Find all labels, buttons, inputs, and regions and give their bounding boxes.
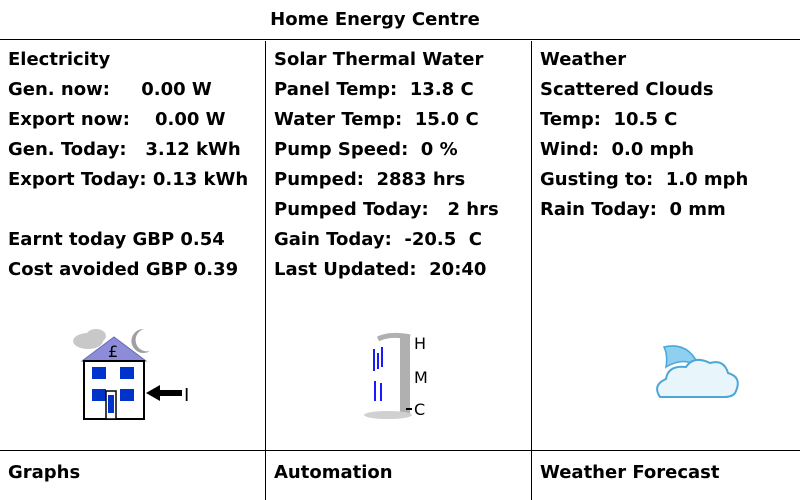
export-today: Export Today: 0.13 kWh xyxy=(8,169,249,190)
pump-speed: Pump Speed: 0 % xyxy=(274,139,458,160)
graphs-button[interactable]: Graphs xyxy=(0,450,266,500)
weather-wind: Wind: 0.0 mph xyxy=(540,139,695,160)
panel-temp: Panel Temp: 13.8 C xyxy=(274,79,474,100)
house-export-icon: £ I xyxy=(73,328,189,420)
cost-avoided: Cost avoided GBP 0.39 xyxy=(8,259,239,280)
generation-now: Gen. now: 0.00 W xyxy=(8,79,212,100)
earnt-today: Earnt today GBP 0.54 xyxy=(8,229,225,250)
electricity-heading: Electricity xyxy=(8,49,111,70)
generation-today: Gen. Today: 3.12 kWh xyxy=(8,139,241,160)
water-temp: Water Temp: 15.0 C xyxy=(274,109,479,130)
export-mark: I xyxy=(184,385,189,406)
tank-mid-label: M xyxy=(414,368,428,387)
tank-cold-label: C xyxy=(414,400,425,419)
pumped-today: Pumped Today: 2 hrs xyxy=(274,199,499,220)
last-updated: Last Updated: 20:40 xyxy=(274,259,487,280)
solar-heading: Solar Thermal Water xyxy=(274,49,484,70)
pumped-hours: Pumped: 2883 hrs xyxy=(274,169,466,190)
weather-forecast-button[interactable]: Weather Forecast xyxy=(532,450,800,500)
automation-label: Automation xyxy=(274,462,393,483)
weather-temp: Temp: 10.5 C xyxy=(540,109,678,130)
gain-today: Gain Today: -20.5 C xyxy=(274,229,482,250)
weather-condition: Scattered Clouds xyxy=(540,79,714,100)
pound-glyph: £ xyxy=(108,342,118,361)
automation-button[interactable]: Automation xyxy=(266,450,532,500)
moon-cloud-icon xyxy=(656,345,739,398)
tank-high-label: H xyxy=(414,334,426,353)
solar-thermal-panel: Solar Thermal Water Panel Temp: 13.8 C W… xyxy=(266,41,532,450)
hot-water-tank-icon: H M C xyxy=(364,332,428,419)
export-now: Export now: 0.00 W xyxy=(8,109,226,130)
weather-forecast-label: Weather Forecast xyxy=(540,462,720,483)
weather-panel: Weather Scattered Clouds Temp: 10.5 C Wi… xyxy=(532,41,800,450)
graphs-label: Graphs xyxy=(8,462,81,483)
electricity-panel: Electricity Gen. now: 0.00 W Export now:… xyxy=(0,41,266,450)
weather-heading: Weather xyxy=(540,49,627,70)
weather-gusting: Gusting to: 1.0 mph xyxy=(540,169,749,190)
page-title: Home Energy Centre xyxy=(270,9,480,30)
title-bar: Home Energy Centre xyxy=(0,0,800,40)
weather-rain-today: Rain Today: 0 mm xyxy=(540,199,726,220)
